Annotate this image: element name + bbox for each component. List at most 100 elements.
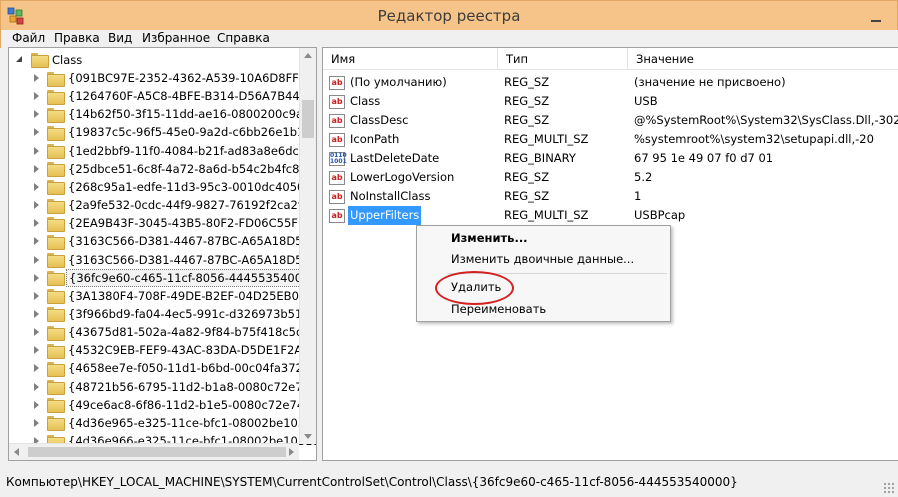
title-bar: Редактор реестра — [0, 0, 898, 30]
expand-arrow-icon[interactable] — [31, 327, 41, 337]
tree-item[interactable]: {25dbce51-6c8f-4a72-8a6d-b54c2b4fc835} — [31, 160, 317, 178]
value-row[interactable]: ab (По умолчанию) REG_SZ (значение не присв… — [323, 73, 898, 92]
expand-arrow-icon[interactable] — [31, 400, 41, 410]
tree-vertical-scrollbar[interactable] — [299, 48, 316, 444]
value-type: REG_SZ — [504, 75, 550, 89]
expand-arrow-icon[interactable] — [31, 146, 41, 156]
expand-arrow-icon[interactable] — [31, 91, 41, 101]
tree-item[interactable]: {3163C566-D381-4467-87BC-A65A18D5B648} — [31, 232, 317, 250]
value-data: 1 — [634, 189, 642, 203]
value-row[interactable]: ab LowerLogoVersion REG_SZ 5.2 — [323, 168, 898, 187]
expand-arrow-icon[interactable] — [31, 273, 41, 283]
tree-item-label: {19837c5c-96f5-45e0-9a2d-c6bb26e1b12b} — [68, 125, 317, 140]
column-data[interactable]: Значение — [628, 48, 898, 70]
scroll-thumb-horizontal[interactable] — [28, 447, 286, 457]
tree-item[interactable]: {3A1380F4-708F-49DE-B2EF-04D25EB009D5} — [31, 287, 316, 305]
scroll-thumb[interactable] — [302, 100, 314, 138]
expand-arrow-icon[interactable] — [31, 127, 41, 137]
scroll-right-arrow-icon[interactable] — [289, 448, 294, 456]
tree-item[interactable]: {2a9fe532-0cdc-44f9-9827-76192f2ca2fb} — [31, 196, 316, 214]
expand-arrow-icon[interactable] — [31, 418, 41, 428]
tree-item-label: {43675d81-502a-4a82-9f84-b75f418c5dea} — [68, 325, 317, 340]
menu-file[interactable]: Файл — [10, 31, 47, 45]
value-name: LowerLogoVersion — [350, 170, 455, 184]
menu-favorites[interactable]: Избранное — [140, 31, 212, 45]
value-name: NoInstallClass — [350, 189, 431, 203]
tree-item[interactable]: {43675d81-502a-4a82-9f84-b75f418c5dea} — [31, 323, 317, 341]
value-row[interactable]: ab NoInstallClass REG_SZ 1 — [323, 187, 898, 206]
value-data: @%SystemRoot%\System32\SysClass.Dll,-302… — [634, 113, 898, 127]
menu-edit[interactable]: Правка — [52, 31, 102, 45]
tree-item[interactable]: {091BC97E-2352-4362-A539-10A6D8FF7596} — [31, 69, 317, 87]
tree-item[interactable]: {2EA9B43F-3045-43B5-80F2-FD06C55FBB90} — [31, 214, 316, 232]
expand-arrow-icon[interactable] — [31, 309, 41, 319]
scroll-up-arrow-icon[interactable] — [304, 53, 312, 58]
expand-arrow-icon[interactable] — [31, 164, 41, 174]
tree-item-label: {091BC97E-2352-4362-A539-10A6D8FF7596} — [68, 71, 317, 85]
tree-item[interactable]: {49ce6ac8-6f86-11d2-b1e5-0080c72e74a2} — [31, 396, 316, 414]
expand-arrow-icon[interactable] — [31, 73, 41, 83]
menu-view[interactable]: Вид — [106, 31, 134, 45]
column-type[interactable]: Тип — [498, 48, 628, 70]
tree-item[interactable]: {3163C566-D381-4467-87BC-A65A18D5B649} — [31, 251, 316, 269]
tree-item[interactable]: {3f966bd9-fa04-4ec5-991c-d326973b5128} — [31, 305, 317, 323]
scroll-down-arrow-icon[interactable] — [304, 434, 312, 439]
tree-item[interactable]: {4532C9EB-FEF9-43AC-83DA-D5DE1F2A2BFF} — [31, 341, 317, 359]
tree-item[interactable]: {36fc9e60-c465-11cf-8056-444553540000} — [31, 268, 316, 287]
tree-item-label: {4532C9EB-FEF9-43AC-83DA-D5DE1F2A2BFF} — [68, 343, 317, 358]
resize-grip-icon[interactable] — [883, 482, 895, 494]
expand-arrow-icon[interactable] — [31, 382, 41, 392]
value-data: %systemroot%\system32\setupapi.dll,-20 — [634, 132, 874, 146]
value-data: USB — [634, 94, 658, 108]
tree-item[interactable]: {19837c5c-96f5-45e0-9a2d-c6bb26e1b12b} — [31, 123, 317, 141]
value-row[interactable]: ab UpperFilters REG_MULTI_SZ USBPcap — [323, 206, 898, 225]
tree-item[interactable]: {1ed2bbf9-11f0-4084-b21f-ad83a8e6dcdc} — [31, 142, 316, 160]
value-type: REG_MULTI_SZ — [504, 132, 589, 146]
folder-icon — [47, 253, 65, 268]
registry-tree[interactable]: Class {091BC97E-2352-4362-A539-10A6D8FF7… — [8, 47, 317, 461]
folder-open-icon — [31, 53, 49, 68]
expand-arrow-icon[interactable] — [31, 345, 41, 355]
list-header: Имя Тип Значение — [323, 48, 898, 70]
tree-root-class[interactable]: Class — [15, 51, 84, 68]
expand-arrow-icon[interactable] — [31, 291, 41, 301]
tree-item[interactable]: {1264760F-A5C8-4BFE-B314-D56A7B44A362} — [31, 87, 316, 105]
value-type: REG_BINARY — [504, 151, 576, 165]
value-name: LastDeleteDate — [350, 151, 440, 165]
expand-arrow-icon[interactable] — [31, 236, 41, 246]
tree-root-label: Class — [52, 52, 83, 67]
collapse-arrow-icon[interactable] — [15, 55, 25, 65]
column-name[interactable]: Имя — [323, 48, 498, 70]
tree-item-label: {3f966bd9-fa04-4ec5-991c-d326973b5128} — [68, 306, 317, 321]
tree-item-label: {25dbce51-6c8f-4a72-8a6d-b54c2b4fc835} — [68, 161, 317, 176]
value-row[interactable]: ab Class REG_SZ USB — [323, 92, 898, 111]
value-name: Class — [350, 94, 381, 108]
tree-item[interactable]: {4658ee7e-f050-11d1-b6bd-00c04fa372a7} — [31, 359, 316, 377]
string-value-icon: ab — [329, 170, 345, 185]
menu-item-modify[interactable]: Изменить... — [451, 228, 528, 248]
tree-item[interactable]: {14b62f50-3f15-11dd-ae16-0800200c9a66} — [31, 105, 316, 123]
tree-item[interactable]: {48721b56-6795-11d2-b1a8-0080c72e74a2} — [31, 378, 316, 396]
expand-arrow-icon[interactable] — [31, 182, 41, 192]
expand-arrow-icon[interactable] — [31, 218, 41, 228]
tree-item[interactable]: {4d36e965-e325-11ce-bfc1-08002be10318} — [31, 414, 316, 432]
expand-arrow-icon[interactable] — [31, 255, 41, 265]
tree-item-label: {3163C566-D381-4467-87BC-A65A18D5B648} — [68, 234, 317, 249]
expand-arrow-icon[interactable] — [31, 109, 41, 119]
tree-horizontal-scrollbar[interactable] — [9, 443, 299, 460]
value-row[interactable]: ab IconPath REG_MULTI_SZ %systemroot%\syste… — [323, 130, 898, 149]
menu-item-modify-binary[interactable]: Изменить двоичные данные... — [451, 249, 634, 269]
value-row[interactable]: 0110 1001 LastDeleteDate REG_BINARY 67 95 1… — [323, 149, 898, 168]
tree-item[interactable]: {268c95a1-edfe-11d3-95c3-0010dc4050a5} — [31, 178, 316, 196]
folder-icon — [47, 216, 65, 232]
value-row[interactable]: ab ClassDesc REG_SZ @%SystemRoot%\System32\… — [323, 111, 898, 130]
scroll-left-arrow-icon[interactable] — [14, 448, 19, 456]
value-name-cell: ab IconPath — [329, 130, 401, 149]
string-value-icon: ab — [329, 75, 345, 90]
binary-value-icon: 0110 1001 — [329, 151, 347, 166]
menu-help[interactable]: Справка — [215, 31, 272, 45]
expand-arrow-icon[interactable] — [31, 363, 41, 373]
expand-arrow-icon[interactable] — [31, 200, 41, 210]
folder-icon — [47, 162, 65, 178]
minimize-button[interactable] — [863, 8, 889, 26]
